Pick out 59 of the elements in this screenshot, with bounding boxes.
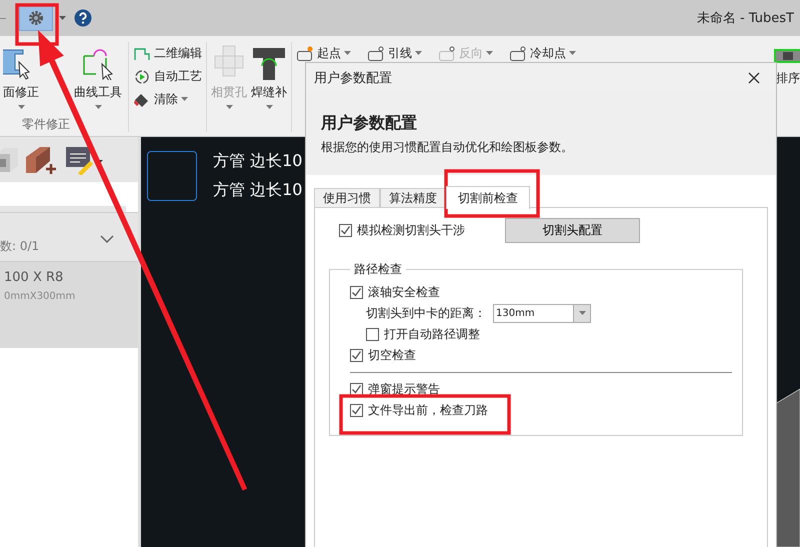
cycle-icon <box>133 68 151 84</box>
part-thumbnail[interactable] <box>147 151 197 201</box>
caret-icon <box>415 51 422 56</box>
tab[interactable]: 算法精度 <box>380 188 446 207</box>
checkbox[interactable] <box>339 224 352 237</box>
ribbon-tool[interactable]: 焊缝补 <box>249 42 289 122</box>
settings-button[interactable] <box>19 5 53 31</box>
add-bar-icon[interactable] <box>24 144 58 174</box>
field-label: 切割头到中卡的距离： <box>366 305 486 322</box>
ribbon-tool[interactable]: 引线 <box>367 44 422 63</box>
caret-icon[interactable] <box>59 16 66 20</box>
annotation-box <box>15 3 59 46</box>
checkbox-label: 滚轴安全检查 <box>368 284 440 301</box>
ribbon-tool[interactable]: 二维编辑 <box>133 44 202 63</box>
group-title: 路径检查 <box>353 261 403 278</box>
caret-icon <box>226 105 232 110</box>
caret-icon <box>569 51 576 56</box>
dialog-description: 根据您的使用习惯配置自动优化和绘图板参数。 <box>321 139 574 156</box>
checkbox-label: 切空检查 <box>368 347 416 364</box>
checkbox-label: 弹窗提示警告 <box>368 381 440 398</box>
tab[interactable]: 切割前检查 <box>446 186 530 209</box>
checkbox[interactable] <box>350 383 363 396</box>
tab[interactable]: 使用习惯 <box>314 188 380 207</box>
checkbox[interactable] <box>366 328 379 341</box>
caret-icon <box>18 105 24 110</box>
caret-icon <box>486 51 493 56</box>
frame-icon <box>296 46 314 62</box>
caret-icon <box>578 311 586 316</box>
part-label: 方管 边长10 <box>213 180 302 201</box>
count-label: 数: 0/1 <box>0 238 40 255</box>
checkbox[interactable] <box>350 404 363 417</box>
ribbon-tool[interactable]: 清除 <box>133 90 202 109</box>
edit-2d-icon <box>133 46 151 62</box>
part-list-item[interactable]: 100 X R8 0mmX300mm <box>0 262 138 348</box>
window-title: 未命名 - TubesT <box>696 10 794 27</box>
caret-icon <box>181 97 188 102</box>
dialog-heading: 用户参数配置 <box>321 113 418 134</box>
checkbox[interactable] <box>350 286 363 299</box>
settings-icon <box>27 9 45 27</box>
caret-icon <box>344 51 351 56</box>
group-label: 零件修正 <box>22 116 70 133</box>
close-icon[interactable] <box>748 72 760 84</box>
ribbon-tool[interactable]: 自动工艺 <box>133 67 202 86</box>
caret-icon <box>94 105 102 110</box>
dialog-title: 用户参数配置 <box>314 70 392 87</box>
eraser-icon <box>133 92 151 108</box>
help-icon[interactable] <box>74 9 92 27</box>
part-label: 方管 边长10 <box>213 151 302 172</box>
checkbox-label: 文件导出前，检查刀路 <box>368 402 488 419</box>
config-button[interactable]: 切割头配置 <box>505 218 640 243</box>
distance-dropdown[interactable]: 130mm <box>493 304 591 323</box>
checkbox-label: 打开自动路径调整 <box>384 326 480 343</box>
checkbox-label: 模拟检测切割头干涉 <box>357 222 465 239</box>
sort-icon <box>773 46 800 66</box>
caret-icon <box>266 105 272 110</box>
ribbon-tool[interactable]: 冷却点 <box>509 44 576 63</box>
ribbon-tool[interactable]: 起点 <box>296 44 351 63</box>
checkbox[interactable] <box>350 349 363 362</box>
chevron-down-icon[interactable] <box>100 235 114 243</box>
